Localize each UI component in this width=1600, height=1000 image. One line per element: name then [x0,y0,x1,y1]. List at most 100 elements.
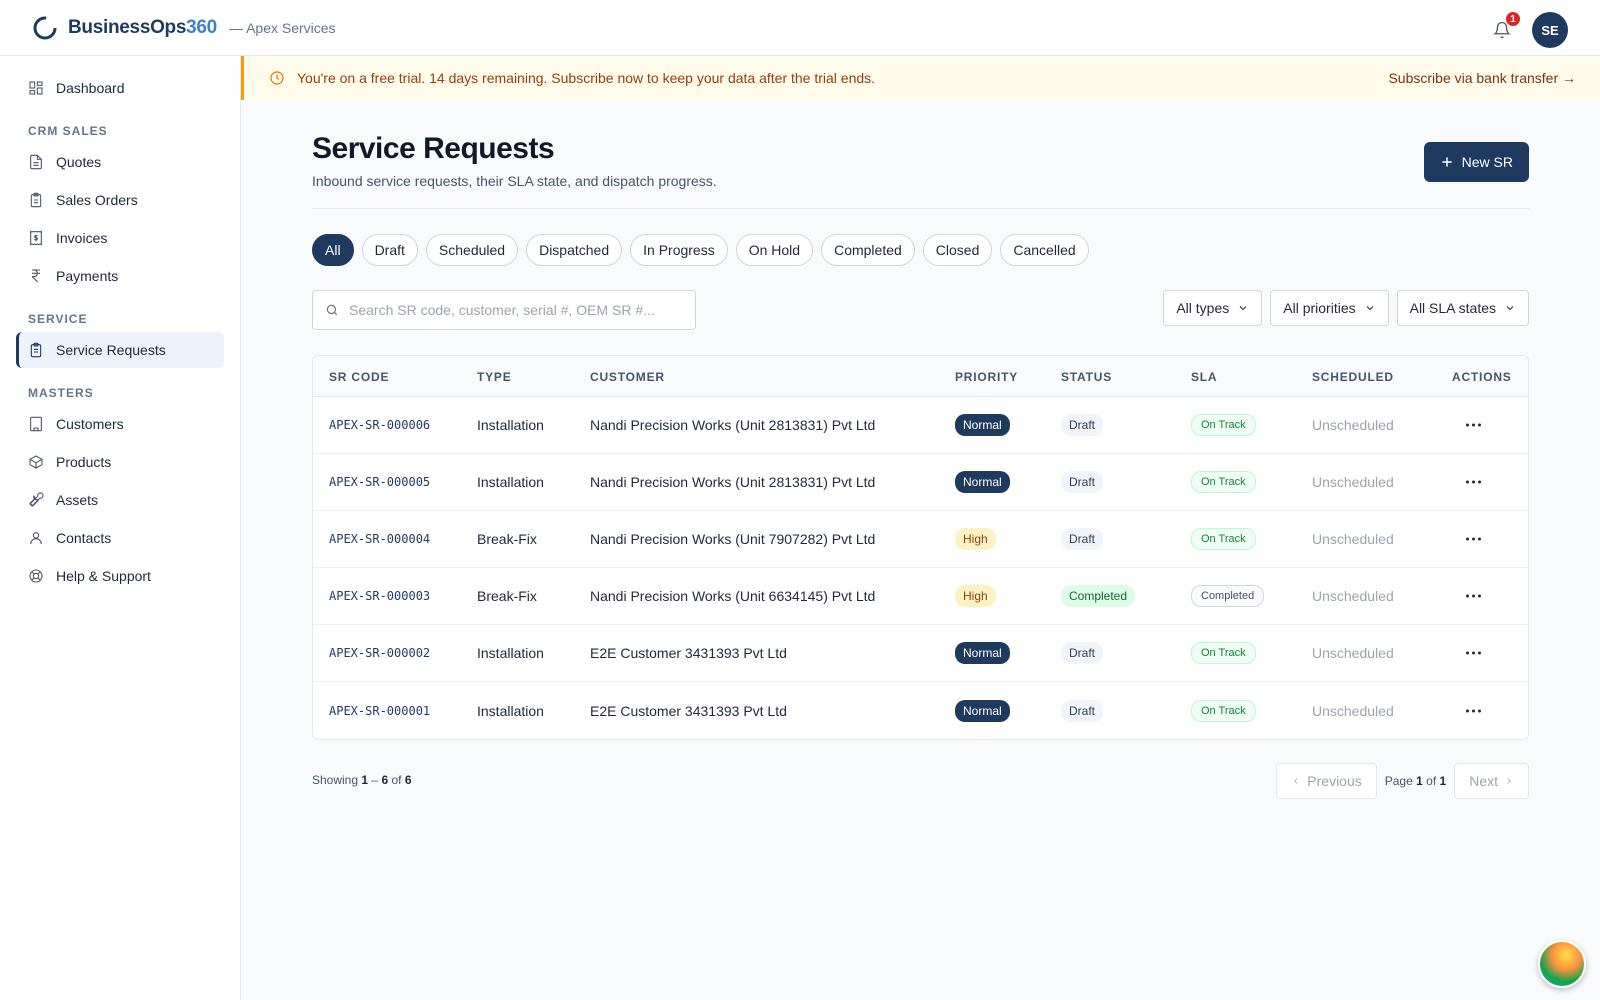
sidebar-item-customers[interactable]: Customers [16,406,224,442]
sidebar-item-quotes[interactable]: Quotes [16,144,224,180]
sr-type: Break-Fix [477,588,537,604]
sla-cell: Completed [1191,585,1265,607]
sidebar-item-dashboard[interactable]: Dashboard [16,70,224,106]
section-masters: MASTERS [28,386,94,400]
status-cell: Draft [1061,528,1104,550]
sr-code[interactable]: APEX-SR-000003 [329,589,430,603]
priority-cell: Normal [955,471,1010,493]
priority-filter[interactable]: All priorities [1270,290,1389,326]
scheduled-value: Unscheduled [1312,702,1394,719]
clipboard-list-icon [30,342,42,358]
row-actions-button[interactable] [1460,589,1487,604]
more-horizontal-icon [1460,532,1487,547]
tab-all[interactable]: All [312,234,354,266]
sr-code[interactable]: APEX-SR-000004 [329,532,430,546]
trial-message: You're on a free trial. 14 days remainin… [297,70,876,86]
page-title: Service Requests [312,132,555,165]
chevron-down-icon [1366,306,1373,311]
sidebar-item-service-requests[interactable]: Service Requests [16,332,224,368]
service-requests-table: SR CODE TYPE CUSTOMER PRIORITY STATUS SL… [312,355,1529,740]
column-header-sr-code[interactable]: SR CODE [329,370,389,384]
table-row[interactable]: APEX-SR-000002 Installation E2E Customer 3… [313,625,1528,682]
divider [312,208,1529,209]
new-sr-button[interactable]: New SR [1423,142,1529,182]
more-horizontal-icon [1460,703,1487,718]
table-row[interactable]: APEX-SR-000004 Break-Fix Nandi Precision W… [313,511,1528,568]
sidebar-item-assets[interactable]: Assets [16,482,224,518]
sidebar-item-invoices[interactable]: Invoices [16,220,224,256]
priority-badge: Normal [955,414,1010,436]
subscribe-link[interactable]: Subscribe via bank transfer → [1388,70,1576,86]
column-header-scheduled[interactable]: SCHEDULED [1312,370,1394,384]
tab-closed[interactable]: Closed [922,234,993,266]
scheduled-value: Unscheduled [1312,417,1394,433]
clock-icon [270,71,284,85]
scheduled-value: Unscheduled [1312,645,1394,661]
priority-badge: Normal [955,471,1010,493]
wrench-icon [29,492,44,507]
search-box [312,290,696,330]
sr-type: Break-Fix [477,531,537,547]
assistant-button[interactable] [1538,940,1586,988]
sidebar: Dashboard CRM SALES Quotes Sales Orders … [0,56,241,1000]
column-header-sla[interactable]: SLA [1191,370,1217,384]
search-input[interactable] [349,302,689,318]
sidebar-item-sales-orders[interactable]: Sales Orders [16,182,224,218]
scheduled-value: Unscheduled [1312,588,1394,604]
tab-completed[interactable]: Completed [821,234,915,266]
sidebar-item-help[interactable]: Help & Support [16,558,224,594]
sr-code[interactable]: APEX-SR-000001 [329,704,430,718]
row-actions-button[interactable] [1460,646,1487,661]
row-actions-button[interactable] [1460,418,1487,433]
table-row[interactable]: APEX-SR-000006 Installation Nandi Precisio… [313,397,1528,454]
priority-cell: Normal [955,414,1010,436]
sr-type: Installation [477,702,544,719]
tab-dispatched[interactable]: Dispatched [526,234,623,266]
row-actions-button[interactable] [1460,475,1487,490]
table-row[interactable]: APEX-SR-000005 Installation Nandi Precisio… [313,454,1528,511]
status-cell: Draft [1061,642,1104,664]
status-badge: Draft [1061,471,1104,493]
sr-code[interactable]: APEX-SR-000002 [329,646,430,660]
sr-code[interactable]: APEX-SR-000006 [329,418,430,432]
table-row[interactable]: APEX-SR-000001 Installation E2E Customer 3… [313,682,1528,739]
dashboard-icon [29,81,43,95]
tab-draft[interactable]: Draft [361,234,418,266]
previous-button[interactable]: Previous [1276,763,1377,799]
sla-filter[interactable]: All SLA states [1396,290,1529,326]
priority-cell: High [955,585,996,607]
package-icon [29,455,43,469]
sla-filter-label: All SLA states [1409,300,1496,316]
row-actions-button[interactable] [1460,532,1487,547]
column-header-status[interactable]: STATUS [1061,370,1112,384]
tab-on-hold[interactable]: On Hold [735,234,814,266]
user-avatar[interactable]: SE [1532,12,1568,48]
sidebar-item-label: Products [56,454,112,470]
tab-cancelled[interactable]: Cancelled [1000,234,1089,266]
sidebar-item-label: Invoices [56,230,108,246]
column-header-priority[interactable]: PRIORITY [955,370,1018,384]
more-horizontal-icon [1460,589,1487,604]
sr-code[interactable]: APEX-SR-000005 [329,475,430,489]
pagination: Previous Page 1 of 1 Next [1276,763,1529,799]
row-actions-button[interactable] [1460,703,1487,718]
type-filter[interactable]: All types [1163,290,1263,326]
table-row[interactable]: APEX-SR-000003 Break-Fix Nandi Precision W… [313,568,1528,625]
status-cell: Draft [1061,471,1104,493]
tab-scheduled[interactable]: Scheduled [425,234,519,266]
next-button[interactable]: Next [1454,763,1529,799]
sidebar-item-contacts[interactable]: Contacts [16,520,224,556]
sidebar-item-products[interactable]: Products [16,444,224,480]
brand-name[interactable]: BusinessOps360 [68,17,217,39]
column-header-actions: ACTIONS [1452,370,1512,384]
sidebar-item-label: Customers [56,416,124,432]
column-header-type[interactable]: TYPE [477,370,512,384]
sla-badge: On Track [1191,414,1256,436]
building-icon [30,416,42,432]
showing-summary: Showing 1 – 6 of 6 [312,773,412,787]
column-header-customer[interactable]: CUSTOMER [590,370,665,384]
tab-in-progress[interactable]: In Progress [630,234,728,266]
chevron-down-icon [1506,306,1514,311]
sidebar-item-payments[interactable]: Payments [16,258,224,294]
notifications-button[interactable]: 1 [1490,11,1521,42]
